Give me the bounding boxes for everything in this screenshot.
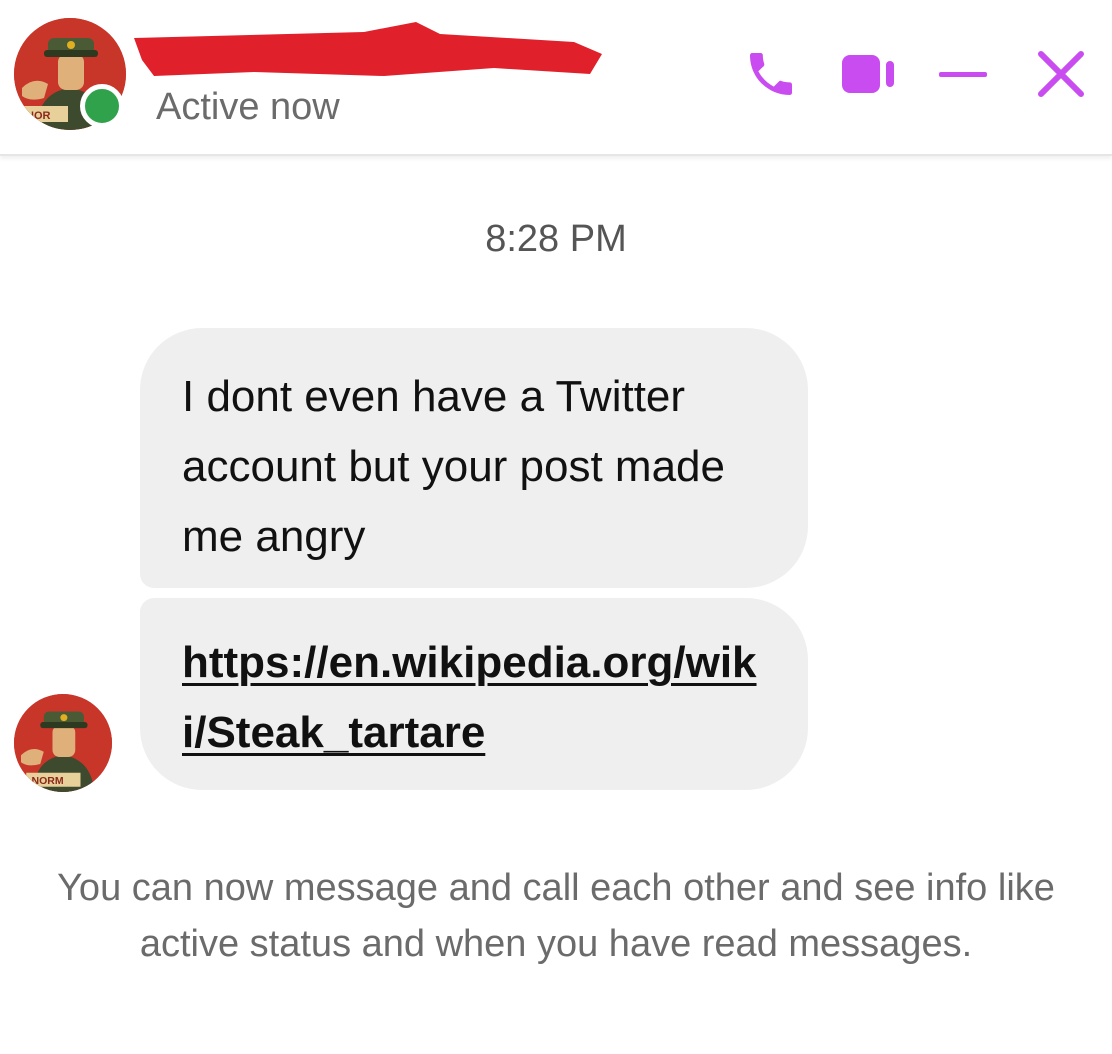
message-bubble[interactable]: I dont even have a Twitter account but y… <box>140 328 808 588</box>
name-redaction <box>134 22 602 76</box>
sender-avatar-badge-text: NORM <box>32 775 64 787</box>
minimize-button[interactable] <box>926 40 1000 108</box>
video-camera-icon <box>842 55 894 93</box>
phone-icon <box>750 53 792 95</box>
minimize-icon <box>939 72 987 77</box>
close-button[interactable] <box>1024 40 1098 108</box>
sender-avatar[interactable]: NORM <box>14 694 112 792</box>
sender-avatar-image: NORM <box>14 694 112 792</box>
video-call-button[interactable] <box>832 40 904 108</box>
chat-window: NOR Active now 8:28 PM I dont even have … <box>0 0 1112 1054</box>
active-status-text: Active now <box>156 86 340 128</box>
close-icon <box>1038 51 1084 97</box>
chat-header: NOR Active now <box>0 0 1112 156</box>
message-link[interactable]: https://en.wikipedia.org/wiki/Steak_tart… <box>182 638 757 757</box>
message-text: I dont even have a Twitter account but y… <box>182 372 725 561</box>
message-timestamp: 8:28 PM <box>485 218 627 260</box>
system-notice: You can now message and call each other … <box>57 867 1055 965</box>
call-button[interactable] <box>736 40 806 108</box>
message-bubble-link[interactable]: https://en.wikipedia.org/wiki/Steak_tart… <box>140 598 808 790</box>
contact-name[interactable] <box>134 20 604 88</box>
avatar-badge-text: NOR <box>26 110 51 122</box>
online-status-dot <box>80 84 124 128</box>
